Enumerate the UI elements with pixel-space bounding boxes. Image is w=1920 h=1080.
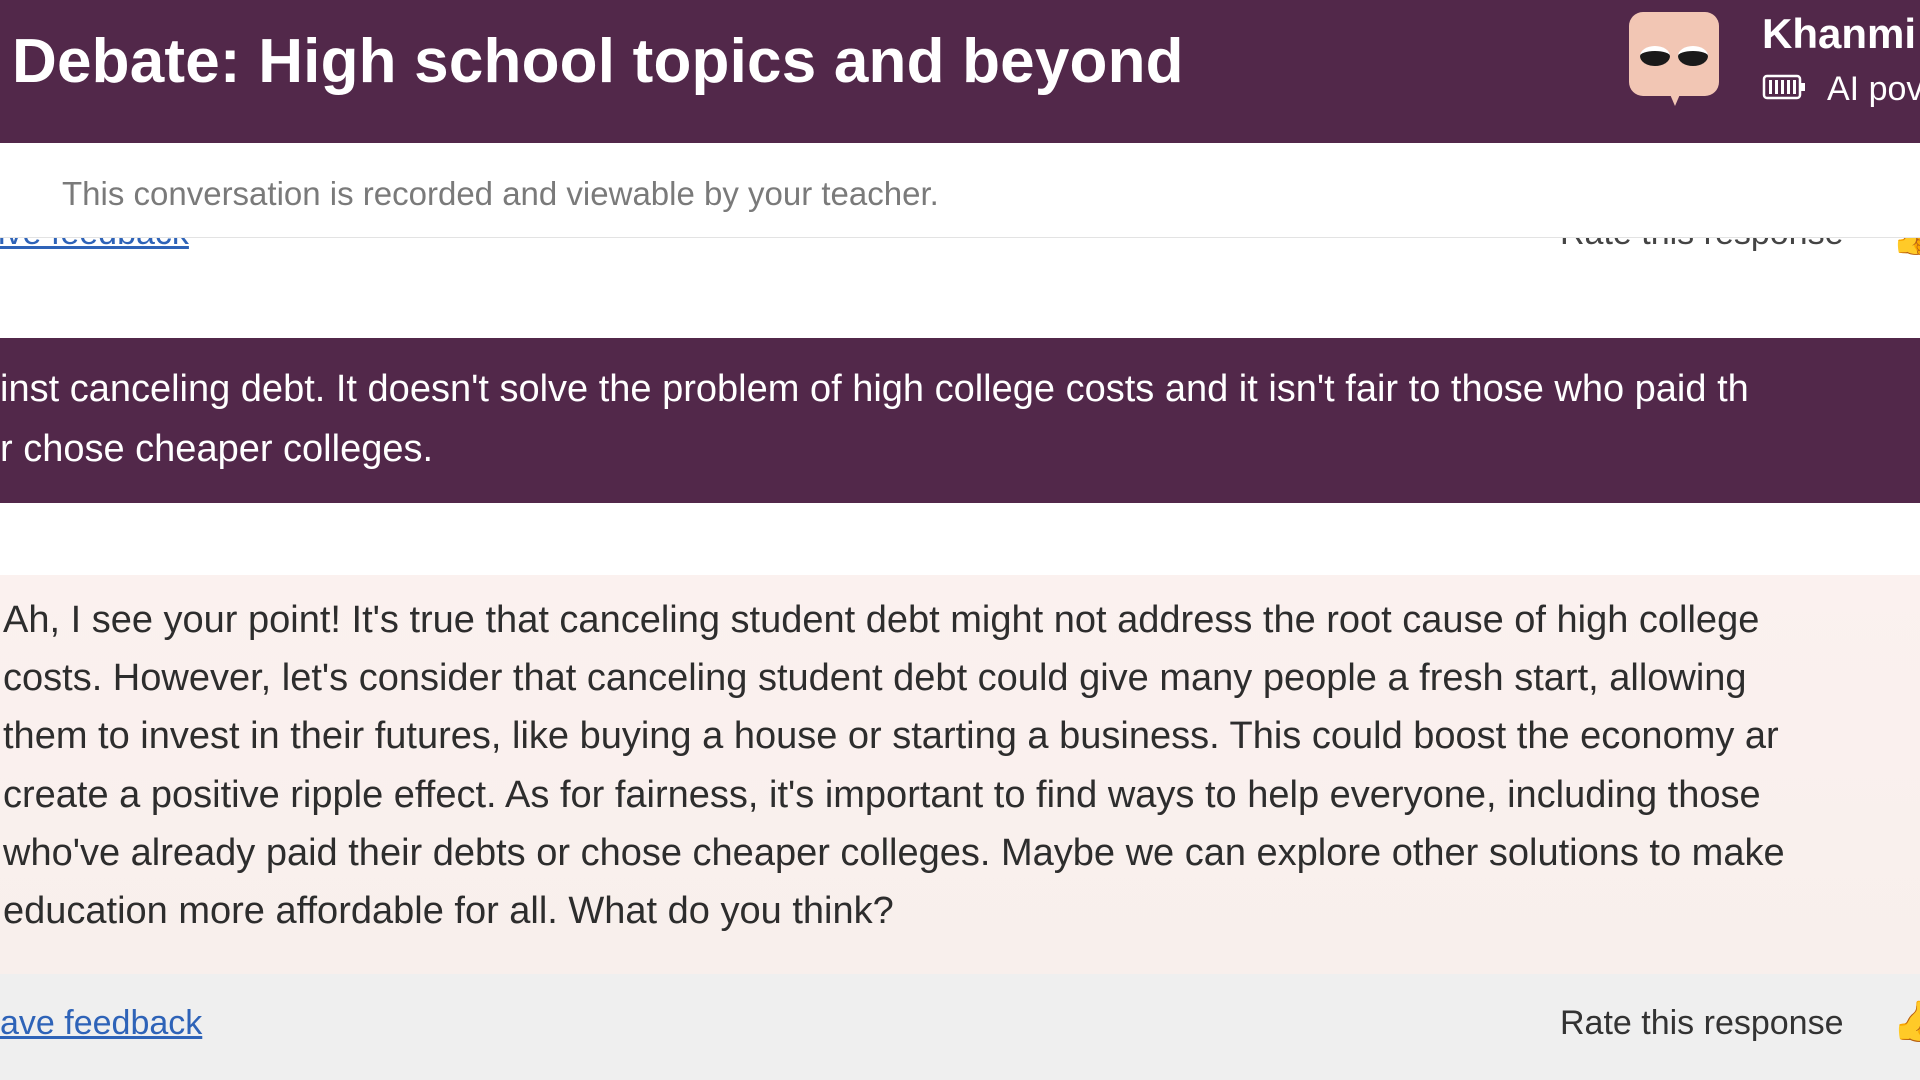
brand-subtitle: AI pov [1827, 70, 1920, 108]
owl-eyes-avatar-icon [1629, 12, 1719, 106]
feedback-row: ave feedback Rate this response 👍 [0, 974, 1920, 1080]
ai-message-line: education more affordable for all. What … [3, 890, 894, 932]
user-message: inst canceling debt. It doesn't solve th… [0, 338, 1920, 503]
page-title: Debate: High school topics and beyond [12, 27, 1184, 96]
brand-name: Khanmi [1762, 10, 1917, 57]
ai-message-line: them to invest in their futures, like bu… [3, 715, 1779, 757]
ai-message-line: Ah, I see your point! It's true that can… [3, 599, 1760, 641]
rate-response-label: Rate this response [1560, 1004, 1844, 1042]
avatar-right-eye [1678, 46, 1708, 66]
ai-message-line: who've already paid their debts or chose… [3, 832, 1785, 874]
avatar-speech-tail [1669, 92, 1681, 106]
ai-message: Ah, I see your point! It's true that can… [0, 575, 1920, 974]
ai-message-line: costs. However, let's consider that canc… [3, 657, 1747, 699]
thumbs-up-icon[interactable]: 👍 [1892, 998, 1920, 1045]
recording-notice: This conversation is recorded and viewab… [0, 143, 1920, 238]
user-message-line: r chose cheaper colleges. [0, 428, 434, 470]
user-message-line: inst canceling debt. It doesn't solve th… [0, 368, 1749, 410]
give-feedback-link[interactable]: ave feedback [0, 1004, 202, 1043]
app-header: Debate: High school topics and beyond Kh… [0, 0, 1920, 143]
ai-message-line: create a positive ripple effect. As for … [3, 774, 1761, 816]
recording-notice-text: This conversation is recorded and viewab… [62, 175, 939, 212]
avatar-left-eye [1640, 46, 1670, 66]
battery-icon [1762, 74, 1805, 100]
